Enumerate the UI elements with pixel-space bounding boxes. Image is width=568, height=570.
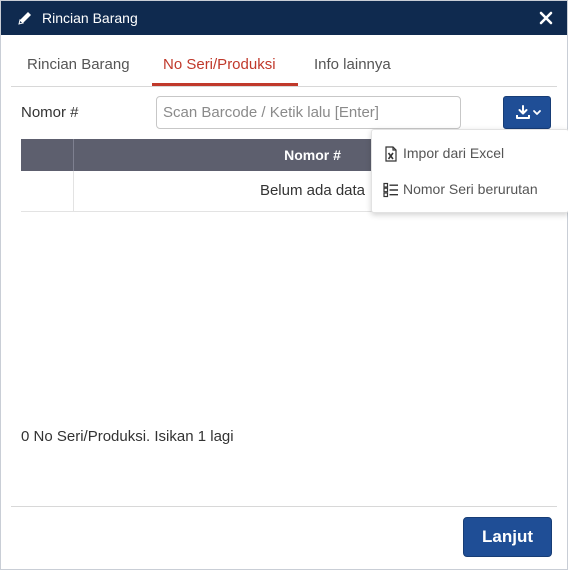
table-body xyxy=(21,212,551,414)
dialog-title: Rincian Barang xyxy=(42,10,138,26)
close-icon[interactable] xyxy=(535,7,557,29)
serial-status-text: 0 No Seri/Produksi. Isikan 1 lagi xyxy=(21,428,234,445)
active-tab-indicator xyxy=(152,83,298,86)
list-icon xyxy=(383,182,398,198)
menu-item-nomor-seri-berurutan[interactable]: Nomor Seri berurutan xyxy=(372,172,568,208)
excel-icon xyxy=(385,146,397,162)
menu-item-label: Impor dari Excel xyxy=(403,145,505,161)
tab-bar: Rincian Barang No Seri/Produksi Info lai… xyxy=(11,50,557,87)
dialog-titlebar: Rincian Barang xyxy=(1,1,567,35)
chevron-down-icon xyxy=(533,110,541,115)
lanjut-button[interactable]: Lanjut xyxy=(463,517,552,557)
tab-rincian-barang[interactable]: Rincian Barang xyxy=(27,56,130,73)
import-dropdown-menu: Impor dari Excel Nomor Seri berurutan xyxy=(371,129,568,213)
footer-divider xyxy=(11,506,557,507)
import-dropdown-button[interactable] xyxy=(503,96,551,129)
pencil-icon xyxy=(18,12,31,25)
rincian-barang-dialog: Rincian Barang Rincian Barang No Seri/Pr… xyxy=(0,0,568,570)
tab-no-seri-produksi[interactable]: No Seri/Produksi xyxy=(163,56,276,73)
barcode-input[interactable] xyxy=(156,96,461,129)
menu-item-impor-excel[interactable]: Impor dari Excel xyxy=(372,136,568,172)
menu-item-label: Nomor Seri berurutan xyxy=(403,181,538,197)
download-icon xyxy=(516,105,530,119)
tab-info-lainnya[interactable]: Info lainnya xyxy=(314,56,391,73)
nomor-label: Nomor # xyxy=(21,104,79,121)
